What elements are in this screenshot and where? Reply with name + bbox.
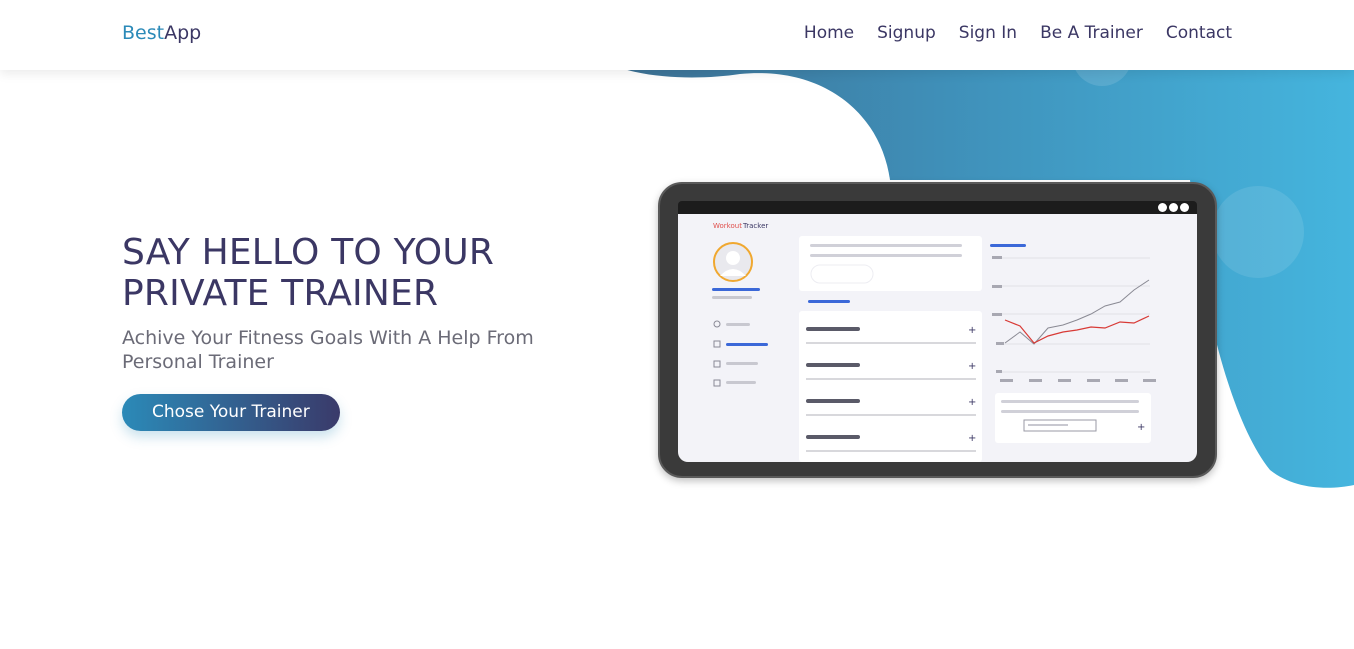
svg-text:+: +: [1137, 422, 1145, 433]
mini-chart-grid: [996, 257, 1150, 373]
svg-text:+: +: [968, 325, 976, 336]
svg-text:+: +: [968, 397, 976, 408]
brand-name-part1: Best: [122, 22, 165, 44]
nav-signin-link[interactable]: Sign In: [959, 23, 1017, 43]
tablet-mockup: Workout Tracker + + + + +: [658, 182, 1217, 478]
nav-contact-link[interactable]: Contact: [1166, 23, 1232, 43]
mockup-app-name-part1: Workout: [713, 222, 742, 230]
nav-signup-link[interactable]: Signup: [877, 23, 936, 43]
tablet-top-bar: [678, 201, 1197, 215]
tablet-screen: Workout Tracker + + + + +: [678, 214, 1197, 462]
hero-title: SAY HELLO TO YOUR PRIVATE TRAINER: [122, 232, 495, 314]
top-navbar: BestApp Home Signup Sign In Be A Trainer…: [0, 0, 1354, 70]
avatar-icon: [713, 242, 753, 282]
svg-text:+: +: [968, 361, 976, 372]
nav-be-a-trainer-link[interactable]: Be A Trainer: [1040, 23, 1143, 43]
brand-logo[interactable]: BestApp: [122, 22, 201, 44]
hero-section: SAY HELLO TO YOUR PRIVATE TRAINER Achive…: [122, 232, 652, 431]
svg-text:+: +: [968, 433, 976, 444]
dashboard-illustration: Workout Tracker + + + + +: [712, 222, 1156, 462]
sidebar-menu-icons: [713, 320, 721, 387]
nav-home-link[interactable]: Home: [804, 23, 854, 43]
window-dots-icon: [1158, 203, 1189, 212]
nav-links: Home Signup Sign In Be A Trainer Contact: [804, 23, 1232, 43]
brand-name-part2: App: [164, 22, 202, 44]
mini-chart-axis-labels: [992, 256, 1156, 382]
mockup-app-name-part2: Tracker: [742, 222, 768, 230]
choose-trainer-button[interactable]: Chose Your Trainer: [122, 394, 340, 431]
hero-subtitle: Achive Your Fitness Goals With A Help Fr…: [122, 327, 534, 373]
